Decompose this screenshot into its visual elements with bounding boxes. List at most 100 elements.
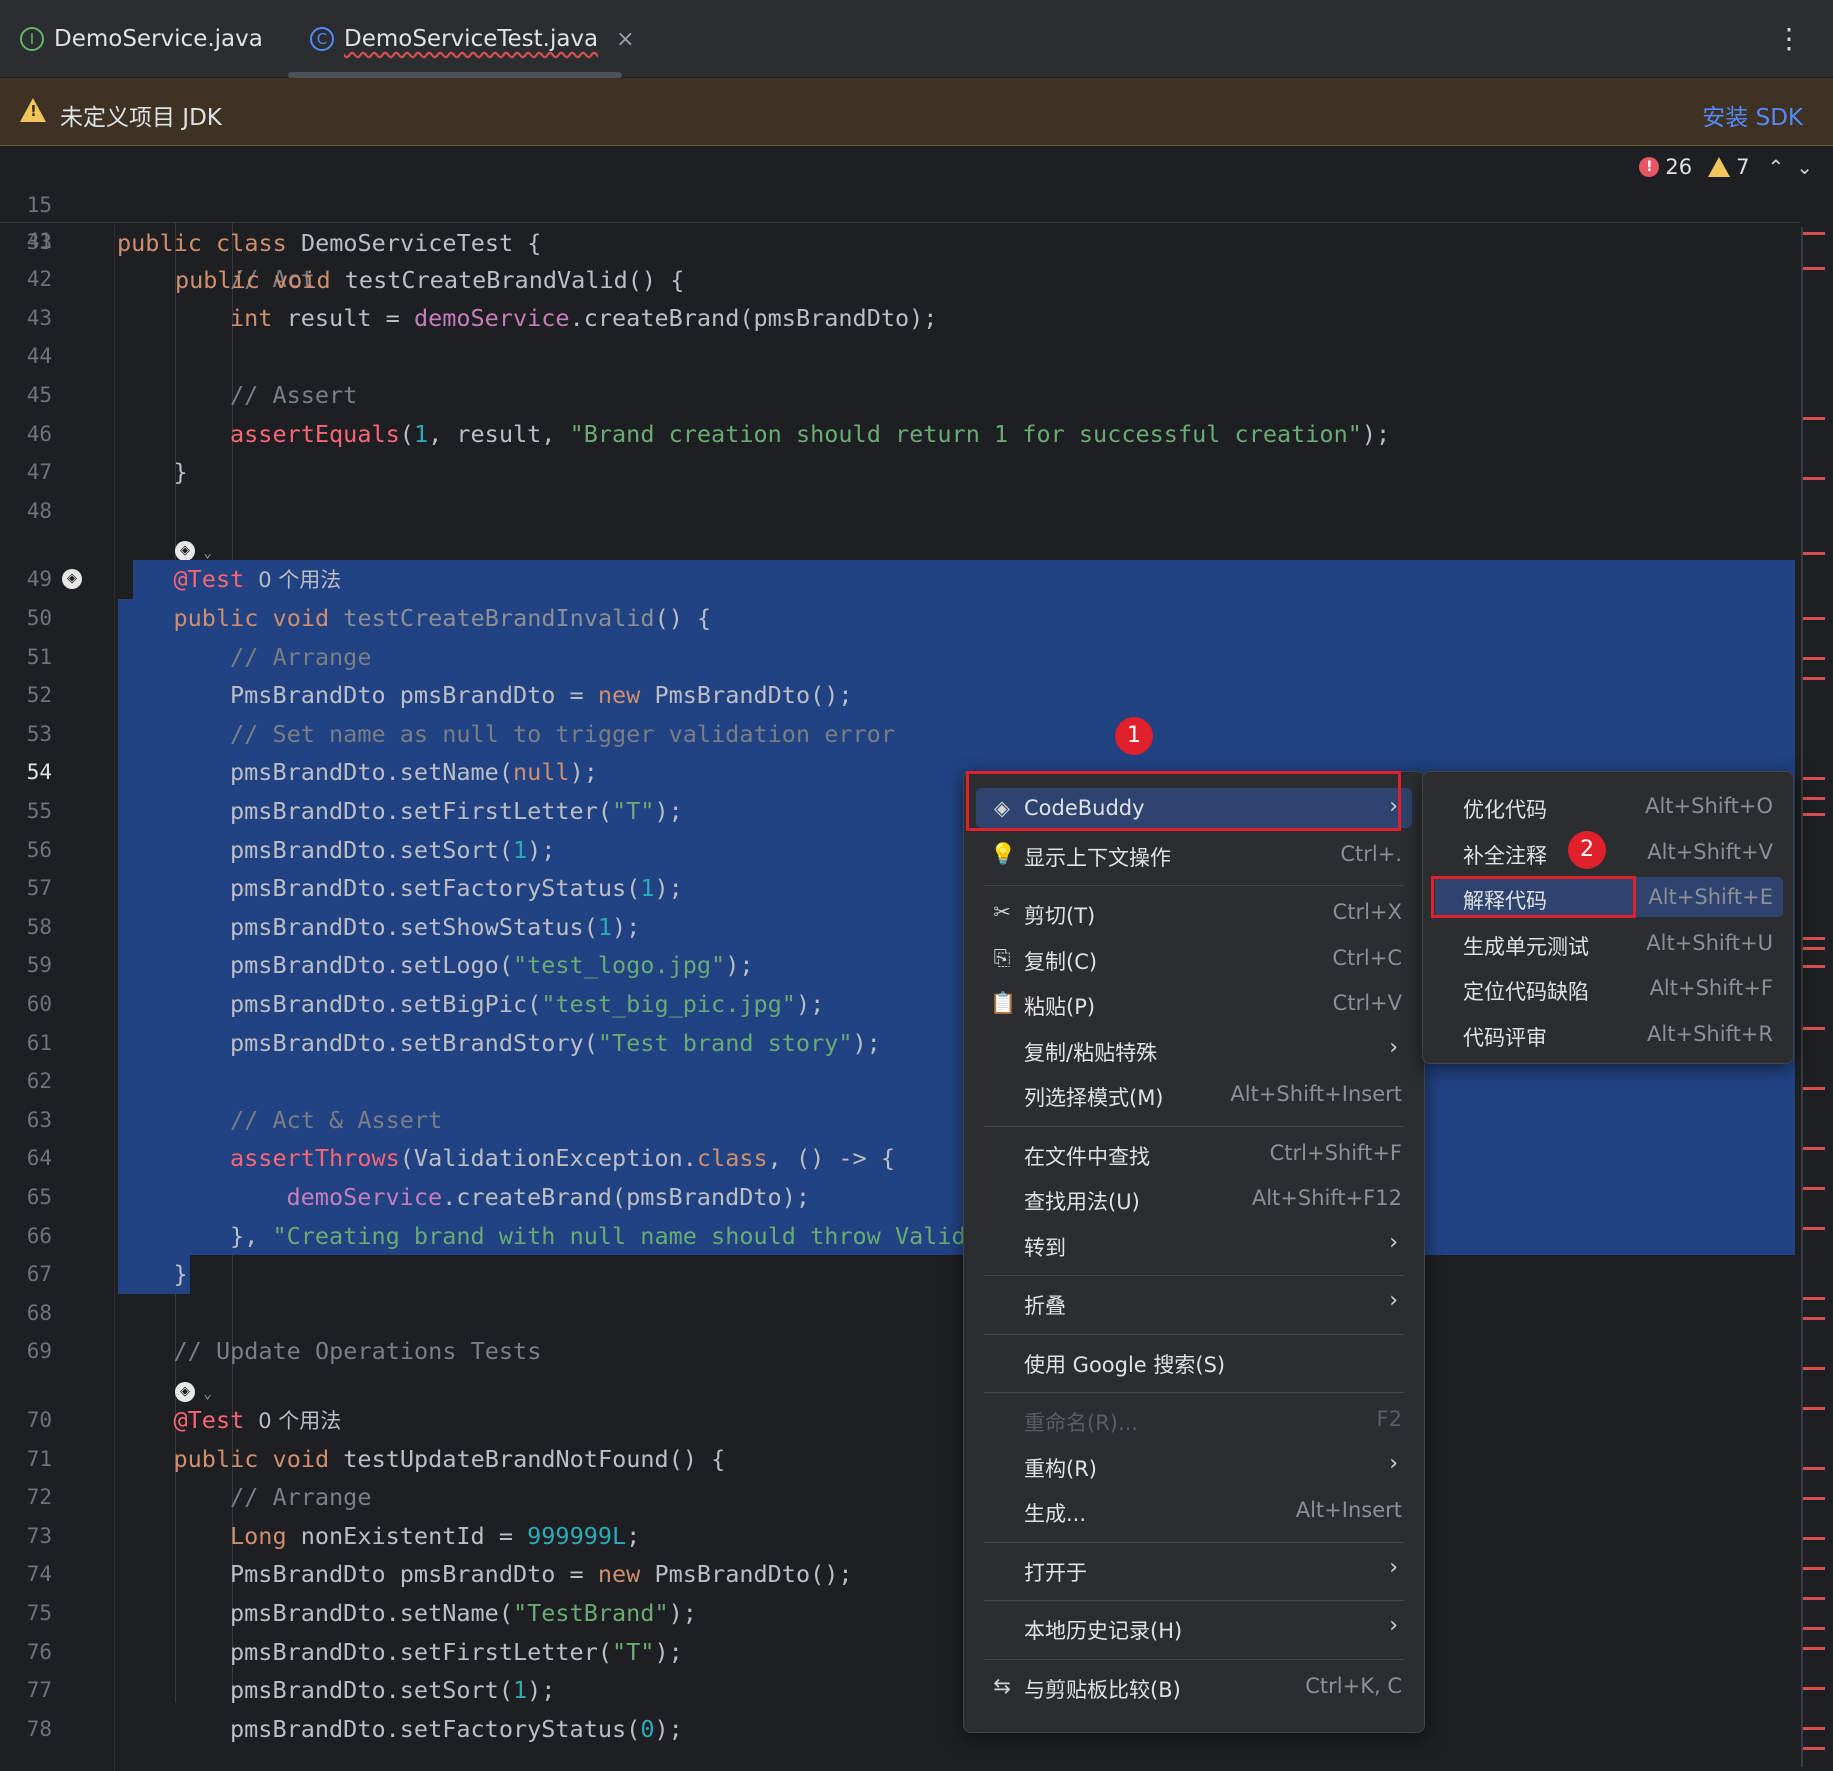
- tab-demoservice[interactable]: I DemoService.java: [20, 0, 263, 78]
- code-line[interactable]: 50 public void testCreateBrandInvalid() {: [0, 599, 1800, 638]
- menu-item-entry[interactable]: 转到 ›: [976, 1224, 1412, 1264]
- menu-item-entry[interactable]: 折叠 ›: [976, 1282, 1412, 1322]
- menu-item-entry[interactable]: 重命名(R)... F2: [976, 1399, 1412, 1439]
- error-stripe-marker[interactable]: [1803, 267, 1825, 270]
- error-stripe-marker[interactable]: [1803, 777, 1825, 780]
- code-line[interactable]: 71 public void testUpdateBrandNotFound() …: [0, 1440, 1800, 1479]
- error-stripe-marker[interactable]: [1803, 813, 1825, 816]
- error-stripe-marker[interactable]: [1803, 1407, 1825, 1410]
- install-sdk-link[interactable]: 安装 SDK: [1702, 98, 1803, 132]
- menu-item-compare-clipboard[interactable]: ⇆ 与剪贴板比较(B) Ctrl+K, C: [976, 1666, 1412, 1706]
- error-stripe-marker[interactable]: [1803, 1317, 1825, 1320]
- sticky-line[interactable]: 15 public class DemoServiceTest {: [0, 147, 1800, 258]
- error-stripe-marker[interactable]: [1803, 1297, 1825, 1300]
- error-stripe-marker[interactable]: [1803, 477, 1825, 480]
- error-stripe-marker[interactable]: [1803, 417, 1825, 420]
- error-stripe-marker[interactable]: [1803, 1687, 1825, 1690]
- submenu-item[interactable]: 代码评审 Alt+Shift+R: [1435, 1014, 1783, 1054]
- code-line[interactable]: 46 assertEquals(1, result, "Brand creatio…: [0, 415, 1800, 454]
- error-stripe-marker[interactable]: [1803, 1597, 1825, 1600]
- menu-item-entry[interactable]: 生成... Alt+Insert: [976, 1490, 1412, 1530]
- code-line[interactable]: 78 pmsBrandDto.setFactoryStatus(0);: [0, 1710, 1800, 1749]
- error-stripe-marker[interactable]: [1803, 1087, 1825, 1090]
- chevron-down-icon[interactable]: ⌄: [1796, 155, 1813, 179]
- sticky-line[interactable]: 33 public void testCreateBrandValid() {: [0, 184, 1800, 295]
- error-stripe-marker[interactable]: [1803, 657, 1825, 660]
- submenu-item[interactable]: 定位代码缺陷 Alt+Shift+F: [1435, 968, 1783, 1008]
- code-line[interactable]: 45 // Assert: [0, 376, 1800, 415]
- code-line[interactable]: 44: [0, 337, 1800, 376]
- error-stripe-marker[interactable]: [1803, 1567, 1825, 1570]
- submenu-item[interactable]: 补全注释 Alt+Shift+V: [1435, 832, 1783, 872]
- menu-item-entry[interactable]: 本地历史记录(H) ›: [976, 1607, 1412, 1647]
- more-options-icon[interactable]: ⋮: [1775, 22, 1803, 55]
- error-stripe-marker[interactable]: [1803, 232, 1825, 235]
- code-line[interactable]: 63 // Act & Assert: [0, 1101, 1800, 1140]
- chevron-right-icon: ›: [1389, 1034, 1398, 1060]
- error-stripe-marker[interactable]: [1803, 965, 1825, 968]
- codebuddy-gutter-icon[interactable]: ◈: [62, 569, 82, 590]
- code-line[interactable]: 70 @Test 0 个用法: [0, 1401, 1800, 1440]
- menu-item-entry[interactable]: 使用 Google 搜索(S): [976, 1341, 1412, 1381]
- error-stripe-marker[interactable]: [1803, 1497, 1825, 1500]
- code-line[interactable]: 76 pmsBrandDto.setFirstLetter("T");: [0, 1633, 1800, 1672]
- menu-item-entry[interactable]: 列选择模式(M) Alt+Shift+Insert: [976, 1074, 1412, 1114]
- code-line[interactable]: 62: [0, 1062, 1800, 1101]
- code-line[interactable]: 68: [0, 1294, 1800, 1333]
- error-stripe-marker[interactable]: [1803, 1187, 1825, 1190]
- menu-item-copy[interactable]: ⎘ 复制(C) Ctrl+C: [976, 938, 1412, 978]
- inspection-widget[interactable]: ! 26 7 ⌃ ⌄: [1639, 155, 1813, 179]
- tab-demoservicetest[interactable]: C DemoServiceTest.java ×: [310, 0, 635, 78]
- menu-item-entry[interactable]: 复制/粘贴特殊 ›: [976, 1029, 1412, 1069]
- submenu-item[interactable]: 优化代码 Alt+Shift+O: [1435, 786, 1783, 826]
- code-line[interactable]: 69 // Update Operations Tests: [0, 1332, 1800, 1371]
- line-code: public void testCreateBrandInvalid() {: [173, 604, 712, 632]
- code-line[interactable]: 75 pmsBrandDto.setName("TestBrand");: [0, 1594, 1800, 1633]
- code-line[interactable]: 67}: [0, 1255, 1800, 1294]
- error-stripe-marker[interactable]: [1803, 1147, 1825, 1150]
- error-stripe-marker[interactable]: [1803, 552, 1825, 555]
- error-stripe-marker[interactable]: [1803, 1647, 1825, 1650]
- error-stripe-marker[interactable]: [1803, 1367, 1825, 1370]
- codebuddy-icon[interactable]: ◈: [175, 1381, 195, 1402]
- code-line[interactable]: 72 // Arrange: [0, 1478, 1800, 1517]
- editor-scrollbar[interactable]: [1801, 227, 1803, 1767]
- error-stripe-marker[interactable]: [1803, 1727, 1825, 1730]
- error-stripe-marker[interactable]: [1803, 617, 1825, 620]
- menu-item-entry[interactable]: 打开于 ›: [976, 1549, 1412, 1589]
- close-icon[interactable]: ×: [616, 27, 634, 52]
- code-line[interactable]: 66}, "Creating brand with null name shou…: [0, 1217, 1800, 1256]
- code-line[interactable]: 74 PmsBrandDto pmsBrandDto = new PmsBrand…: [0, 1555, 1800, 1594]
- error-stripe-marker[interactable]: [1803, 797, 1825, 800]
- error-stripe-marker[interactable]: [1803, 1027, 1825, 1030]
- menu-item-entry[interactable]: 在文件中查找 Ctrl+Shift+F: [976, 1133, 1412, 1173]
- menu-item-entry[interactable]: 重构(R) ›: [976, 1445, 1412, 1485]
- chevron-up-icon[interactable]: ⌃: [1767, 155, 1784, 179]
- error-stripe-marker[interactable]: [1803, 1627, 1825, 1630]
- code-line[interactable]: 64 assertThrows(ValidationException.class…: [0, 1139, 1800, 1178]
- code-line[interactable]: 77 pmsBrandDto.setSort(1);: [0, 1671, 1800, 1710]
- code-line[interactable]: 49 ◈ @Test 0 个用法: [0, 560, 1800, 599]
- menu-item-scissors[interactable]: ✂ 剪切(T) Ctrl+X: [976, 892, 1412, 932]
- code-line[interactable]: 53 // Set name as null to trigger validat…: [0, 715, 1800, 754]
- code-line[interactable]: 52 PmsBrandDto pmsBrandDto = new PmsBrand…: [0, 676, 1800, 715]
- error-stripe-marker[interactable]: [1803, 677, 1825, 680]
- code-line[interactable]: 48: [0, 492, 1800, 531]
- menu-item-lightbulb[interactable]: 💡 显示上下文操作 Ctrl+.: [976, 834, 1412, 874]
- error-stripe-marker[interactable]: [1803, 1747, 1825, 1750]
- line-number: 59: [26, 953, 52, 978]
- code-line[interactable]: 73 Long nonExistentId = 999999L;: [0, 1517, 1800, 1556]
- error-stripe-marker[interactable]: [1803, 1467, 1825, 1470]
- codebuddy-icon[interactable]: ◈: [175, 540, 195, 561]
- menu-item-entry[interactable]: 查找用法(U) Alt+Shift+F12: [976, 1178, 1412, 1218]
- error-stripe-marker[interactable]: [1803, 1227, 1825, 1230]
- menu-item-paste[interactable]: 📋 粘贴(P) Ctrl+V: [976, 983, 1412, 1023]
- error-stripe-marker[interactable]: [1803, 1537, 1825, 1540]
- code-line[interactable]: 47}: [0, 453, 1800, 492]
- code-line[interactable]: 43 int result = demoService.createBrand(p…: [0, 299, 1800, 338]
- code-line[interactable]: 65 demoService.createBrand(pmsBrandDto);: [0, 1178, 1800, 1217]
- error-stripe-marker[interactable]: [1803, 937, 1825, 940]
- code-line[interactable]: 51 // Arrange: [0, 638, 1800, 677]
- submenu-item[interactable]: 生成单元测试 Alt+Shift+U: [1435, 923, 1783, 963]
- error-stripe-marker[interactable]: [1803, 947, 1825, 950]
